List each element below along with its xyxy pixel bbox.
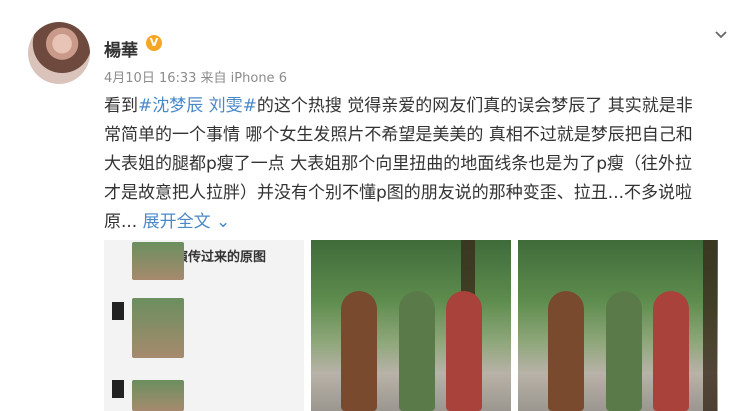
expand-chevron-icon[interactable]: ⌄ bbox=[216, 212, 230, 232]
verified-badge-icon: V bbox=[146, 35, 162, 51]
chat-image-thumb bbox=[132, 298, 184, 358]
chevron-down-icon[interactable] bbox=[714, 28, 728, 42]
person-figure bbox=[446, 291, 482, 411]
expand-full-text-link[interactable]: 展开全文 bbox=[143, 212, 211, 232]
post-body: 看到#沈梦辰 刘雯#的这个热搜 觉得亲爱的网友们真的误会梦辰了 其实就是非 常简… bbox=[104, 92, 744, 237]
post-line-5: 原... 展开全文 ⌄ bbox=[104, 208, 744, 237]
chat-avatar bbox=[112, 302, 124, 320]
post-line-1: 看到#沈梦辰 刘雯#的这个热搜 觉得亲爱的网友们真的误会梦辰了 其实就是非 bbox=[104, 92, 744, 121]
weibo-post-card: 楊華 V 4月10日 16:33 来自 iPhone 6 看到#沈梦辰 刘雯#的… bbox=[0, 0, 750, 411]
person-figure bbox=[341, 291, 377, 411]
post-line-2: 常简单的一个事情 哪个女生发照片不希望是美美的 真相不过就是梦辰把自己和 bbox=[104, 125, 693, 145]
avatar[interactable] bbox=[28, 22, 90, 84]
photo-group-1[interactable] bbox=[311, 240, 511, 411]
username[interactable]: 楊華 bbox=[104, 36, 138, 61]
photo-chat-screenshot[interactable]: 导演传过来的原图 bbox=[104, 240, 304, 411]
photo-group-2[interactable] bbox=[518, 240, 718, 411]
chat-image-thumb bbox=[132, 242, 184, 280]
person-figure bbox=[399, 291, 435, 411]
text-segment: 的这个热搜 觉得亲爱的网友们真的误会梦辰了 其实就是非 bbox=[256, 96, 693, 116]
person-figure bbox=[653, 291, 689, 411]
person-figure bbox=[606, 291, 642, 411]
chat-image-thumb bbox=[132, 380, 184, 411]
post-line-4: 才是故意把人拉胖）并没有个别不懂p图的朋友说的那种变歪、拉丑...不多说啦 bbox=[104, 183, 693, 203]
hashtag-link[interactable]: #沈梦辰 刘雯# bbox=[138, 96, 257, 116]
post-meta: 4月10日 16:33 来自 iPhone 6 bbox=[104, 71, 287, 86]
chat-avatar bbox=[112, 380, 124, 398]
tree-trunk bbox=[703, 240, 717, 411]
post-line-3: 大表姐的腿都p瘦了一点 大表姐那个向里扭曲的地面线条也是为了p瘦（往外拉 bbox=[104, 154, 692, 174]
person-figure bbox=[548, 291, 584, 411]
text-segment: 原... bbox=[104, 212, 138, 232]
text-segment: 看到 bbox=[104, 96, 138, 116]
